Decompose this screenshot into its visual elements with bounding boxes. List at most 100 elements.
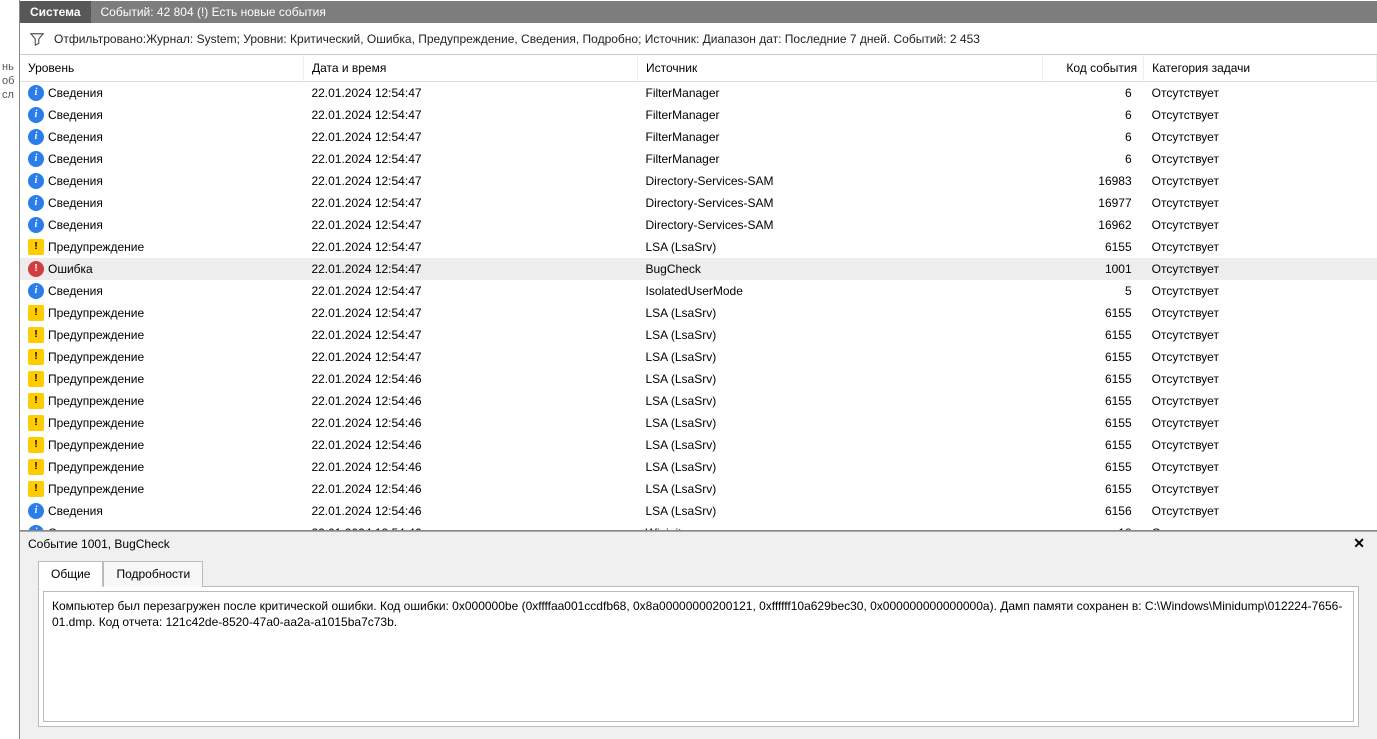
cell-category: Отсутствует <box>1144 280 1377 302</box>
cell-code: 6155 <box>1042 302 1143 324</box>
log-event-count: Событий: 42 804 (!) Есть новые события <box>91 1 1377 23</box>
table-row[interactable]: Предупреждение22.01.2024 12:54:47LSA (Ls… <box>20 324 1377 346</box>
cell-source: LSA (LsaSrv) <box>638 500 1043 522</box>
cell-datetime: 22.01.2024 12:54:47 <box>303 324 637 346</box>
table-row[interactable]: Предупреждение22.01.2024 12:54:46LSA (Ls… <box>20 456 1377 478</box>
cell-datetime: 22.01.2024 12:54:47 <box>303 236 637 258</box>
table-row[interactable]: Сведения22.01.2024 12:54:47FilterManager… <box>20 82 1377 105</box>
level-label: Сведения <box>48 172 103 190</box>
table-row[interactable]: Сведения22.01.2024 12:54:47Directory-Ser… <box>20 214 1377 236</box>
cell-datetime: 22.01.2024 12:54:46 <box>303 522 637 530</box>
tab-general[interactable]: Общие <box>38 561 103 587</box>
log-title-bar: Система Событий: 42 804 (!) Есть новые с… <box>20 0 1377 24</box>
cell-datetime: 22.01.2024 12:54:47 <box>303 126 637 148</box>
level-label: Предупреждение <box>48 348 144 366</box>
cell-category: Отсутствует <box>1144 434 1377 456</box>
level-label: Предупреждение <box>48 480 144 498</box>
cell-datetime: 22.01.2024 12:54:46 <box>303 412 637 434</box>
level-label: Сведения <box>48 106 103 124</box>
cell-source: LSA (LsaSrv) <box>638 456 1043 478</box>
level-label: Предупреждение <box>48 392 144 410</box>
table-row[interactable]: Сведения22.01.2024 12:54:47Directory-Ser… <box>20 170 1377 192</box>
cell-source: FilterManager <box>638 82 1043 105</box>
cell-code: 16983 <box>1042 170 1143 192</box>
cell-category: Отсутствует <box>1144 170 1377 192</box>
log-name: Система <box>20 1 91 23</box>
cell-source: LSA (LsaSrv) <box>638 346 1043 368</box>
cell-source: Directory-Services-SAM <box>638 170 1043 192</box>
warning-icon <box>28 393 44 409</box>
cell-datetime: 22.01.2024 12:54:46 <box>303 390 637 412</box>
level-label: Сведения <box>48 216 103 234</box>
cell-code: 6 <box>1042 82 1143 105</box>
cell-category: Отсутствует <box>1144 126 1377 148</box>
warning-icon <box>28 349 44 365</box>
cell-source: IsolatedUserMode <box>638 280 1043 302</box>
table-row[interactable]: Предупреждение22.01.2024 12:54:47LSA (Ls… <box>20 302 1377 324</box>
cell-source: LSA (LsaSrv) <box>638 368 1043 390</box>
event-grid-scroll[interactable]: Уровень Дата и время Источник Код событи… <box>20 55 1377 530</box>
info-icon <box>28 85 44 101</box>
cell-category: Отсутствует <box>1144 522 1377 530</box>
cell-source: LSA (LsaSrv) <box>638 324 1043 346</box>
table-row[interactable]: Предупреждение 22.01.2024 12:54:46LSA (Ls… <box>20 390 1377 412</box>
col-header-date[interactable]: Дата и время <box>303 55 637 82</box>
cell-code: 18 <box>1042 522 1143 530</box>
table-row[interactable]: Предупреждение22.01.2024 12:54:47LSA (Ls… <box>20 236 1377 258</box>
info-icon <box>28 195 44 211</box>
table-row[interactable]: Сведения22.01.2024 12:54:47FilterManager… <box>20 104 1377 126</box>
table-row[interactable]: Сведения22.01.2024 12:54:46Wininit18Отсу… <box>20 522 1377 530</box>
table-row[interactable]: Предупреждение22.01.2024 12:54:47LSA (Ls… <box>20 346 1377 368</box>
cell-code: 6156 <box>1042 500 1143 522</box>
table-row[interactable]: Сведения22.01.2024 12:54:47FilterManager… <box>20 126 1377 148</box>
close-icon[interactable]: ✕ <box>1349 535 1369 552</box>
table-row[interactable]: Предупреждение22.01.2024 12:54:46LSA (Ls… <box>20 368 1377 390</box>
cell-code: 6155 <box>1042 434 1143 456</box>
level-label: Сведения <box>48 150 103 168</box>
cell-datetime: 22.01.2024 12:54:47 <box>303 104 637 126</box>
cell-datetime: 22.01.2024 12:54:47 <box>303 148 637 170</box>
warning-icon <box>28 371 44 387</box>
cell-datetime: 22.01.2024 12:54:47 <box>303 82 637 105</box>
details-body: Компьютер был перезагружен после критиче… <box>38 586 1359 727</box>
level-label: Предупреждение <box>48 304 144 322</box>
cell-category: Отсутствует <box>1144 368 1377 390</box>
level-label: Сведения <box>48 282 103 300</box>
cell-code: 6155 <box>1042 236 1143 258</box>
warning-icon <box>28 415 44 431</box>
cell-category: Отсутствует <box>1144 500 1377 522</box>
cell-source: LSA (LsaSrv) <box>638 434 1043 456</box>
event-message: Компьютер был перезагружен после критиче… <box>43 591 1354 722</box>
level-label: Предупреждение <box>48 436 144 454</box>
cell-category: Отсутствует <box>1144 346 1377 368</box>
cell-code: 6 <box>1042 126 1143 148</box>
level-label: Предупреждение <box>48 414 144 432</box>
table-row[interactable]: Предупреждение22.01.2024 12:54:46LSA (Ls… <box>20 412 1377 434</box>
col-header-code[interactable]: Код события <box>1042 55 1143 82</box>
table-row[interactable]: Сведения22.01.2024 12:54:47IsolatedUserM… <box>20 280 1377 302</box>
table-row[interactable]: Сведения22.01.2024 12:54:46LSA (LsaSrv)6… <box>20 500 1377 522</box>
cell-code: 6155 <box>1042 346 1143 368</box>
table-row[interactable]: Предупреждение22.01.2024 12:54:46LSA (Ls… <box>20 434 1377 456</box>
cell-category: Отсутствует <box>1144 192 1377 214</box>
col-header-source[interactable]: Источник <box>638 55 1043 82</box>
cell-category: Отсутствует <box>1144 214 1377 236</box>
tab-details[interactable]: Подробности <box>103 561 203 587</box>
left-strip-text: об <box>0 74 19 88</box>
info-icon <box>28 525 44 530</box>
cell-category: Отсутствует <box>1144 236 1377 258</box>
details-title: Событие 1001, BugCheck <box>28 537 170 551</box>
table-row[interactable]: Предупреждение22.01.2024 12:54:46LSA (Ls… <box>20 478 1377 500</box>
table-row[interactable]: Ошибка22.01.2024 12:54:47BugCheck1001Отс… <box>20 258 1377 280</box>
cell-source: LSA (LsaSrv) <box>638 302 1043 324</box>
cell-source: LSA (LsaSrv) <box>638 390 1043 412</box>
cell-category: Отсутствует <box>1144 104 1377 126</box>
info-icon <box>28 107 44 123</box>
col-header-level[interactable]: Уровень <box>20 55 303 82</box>
level-label: Предупреждение <box>48 238 144 256</box>
cell-category: Отсутствует <box>1144 456 1377 478</box>
table-row[interactable]: Сведения22.01.2024 12:54:47Directory-Ser… <box>20 192 1377 214</box>
table-row[interactable]: Сведения22.01.2024 12:54:47FilterManager… <box>20 148 1377 170</box>
level-label: Сведения <box>48 524 103 530</box>
col-header-category[interactable]: Категория задачи <box>1144 55 1377 82</box>
